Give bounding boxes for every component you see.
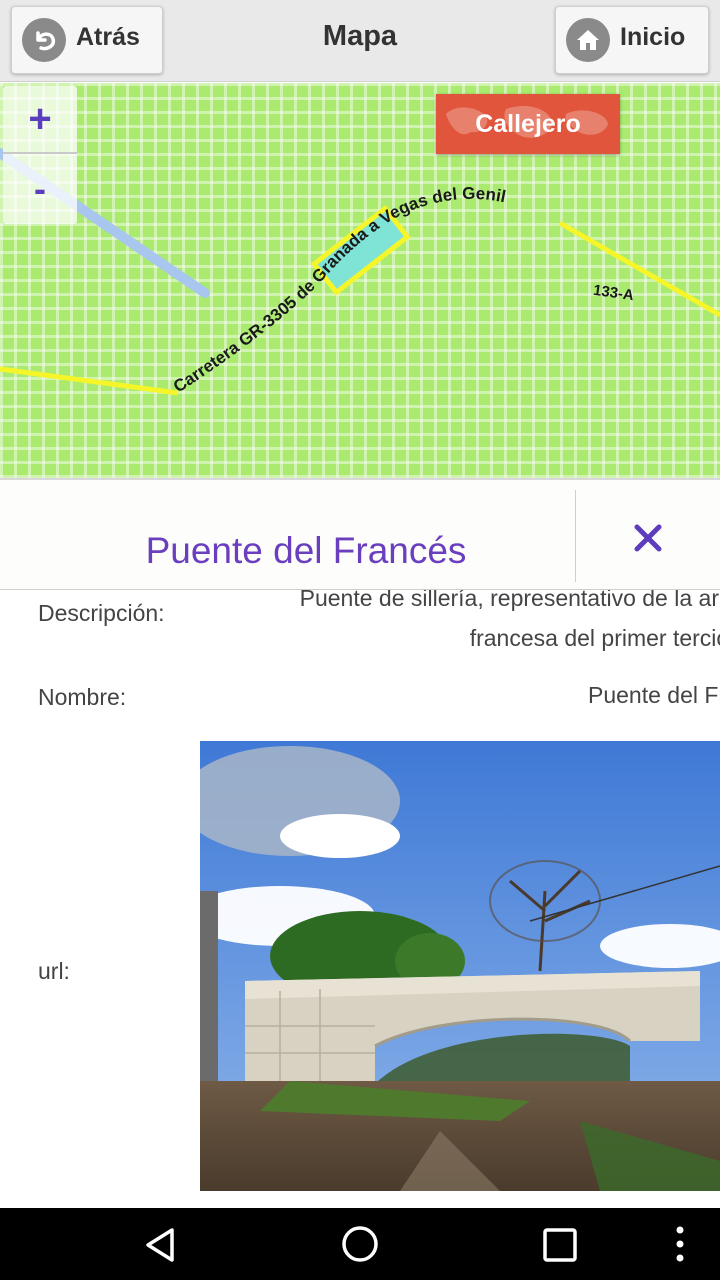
overflow-menu-icon[interactable] [670, 1224, 690, 1264]
back-button-label: Atrás [76, 22, 140, 51]
descripcion-line-2: francesa del primer tercio del siglo [469, 625, 720, 651]
divider [575, 490, 576, 582]
callejero-button[interactable]: Callejero [436, 94, 620, 154]
url-label: url: [38, 958, 70, 984]
place-title: Puente del Francés [145, 530, 467, 571]
descripcion-value: Puente de sillería, representativo de la… [200, 590, 720, 658]
close-icon[interactable] [620, 510, 676, 566]
zoom-out-button[interactable]: - [3, 155, 77, 223]
page-title: Mapa [322, 20, 398, 52]
recents-square-icon[interactable] [542, 1227, 578, 1263]
callejero-label: Callejero [475, 109, 581, 138]
home-icon [566, 18, 610, 62]
home-button-label: Inicio [620, 22, 686, 51]
place-photo [200, 741, 720, 1191]
major-road-east [558, 220, 720, 318]
details-content[interactable]: Descripción: Puente de sillería, represe… [0, 590, 720, 1207]
back-triangle-icon[interactable] [140, 1225, 180, 1265]
major-road-west [0, 366, 179, 396]
back-arrow-icon [22, 18, 66, 62]
descripcion-line-1: Puente de sillería, representativo de la… [299, 590, 720, 611]
system-nav-bar [0, 1208, 720, 1280]
nombre-value: Puente del Francés [588, 682, 720, 708]
info-panel-header: Puente del Francés [0, 478, 720, 590]
back-button[interactable]: Atrás [11, 6, 163, 74]
nombre-label: Nombre: [38, 684, 127, 710]
home-button[interactable]: Inicio [555, 6, 709, 74]
home-circle-icon[interactable] [340, 1224, 380, 1264]
map-view[interactable]: Carretera GR-3305 de Granada a Vegas del… [0, 83, 720, 478]
app-header: Atrás Mapa Inicio [0, 0, 720, 82]
descripcion-label: Descripción: [38, 600, 165, 626]
road-number-label: 133-A [592, 282, 635, 305]
zoom-in-button[interactable]: + [3, 86, 77, 154]
zoom-control: + - [3, 86, 77, 224]
